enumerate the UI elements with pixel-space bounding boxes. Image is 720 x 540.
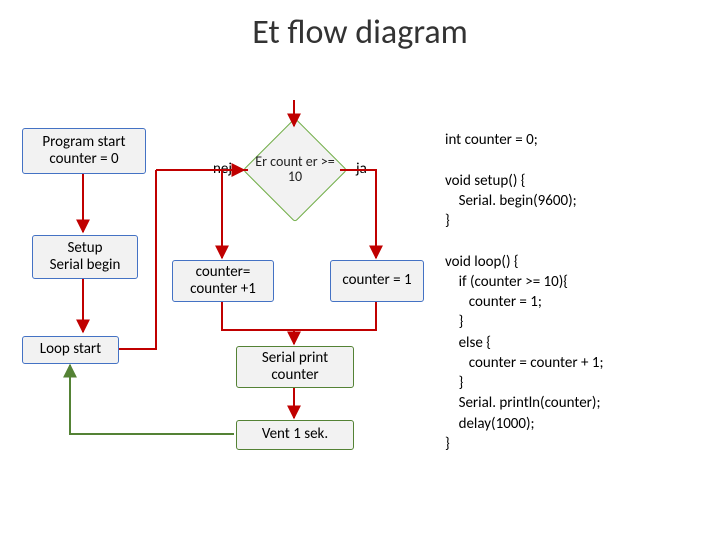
page-title: Et flow diagram bbox=[0, 12, 720, 53]
box-loop-start: Loop start bbox=[22, 336, 119, 364]
box-serial-print: Serial print counter bbox=[236, 346, 354, 388]
decision-text: Er count er >= 10 bbox=[255, 155, 335, 184]
box-wait: Vent 1 sek. bbox=[236, 420, 354, 450]
box-program-start: Program startcounter = 0 bbox=[22, 128, 146, 174]
box-setup: SetupSerial begin bbox=[32, 235, 138, 279]
box-reset: counter = 1 bbox=[330, 260, 424, 302]
code-listing: int counter = 0;void setup() { Serial. b… bbox=[445, 130, 705, 454]
label-yes: ja bbox=[356, 160, 367, 178]
label-no: nej bbox=[213, 160, 232, 178]
decision-counter-ge-10: Er count er >= 10 bbox=[245, 120, 345, 220]
box-increment: counter= counter +1 bbox=[172, 260, 274, 302]
